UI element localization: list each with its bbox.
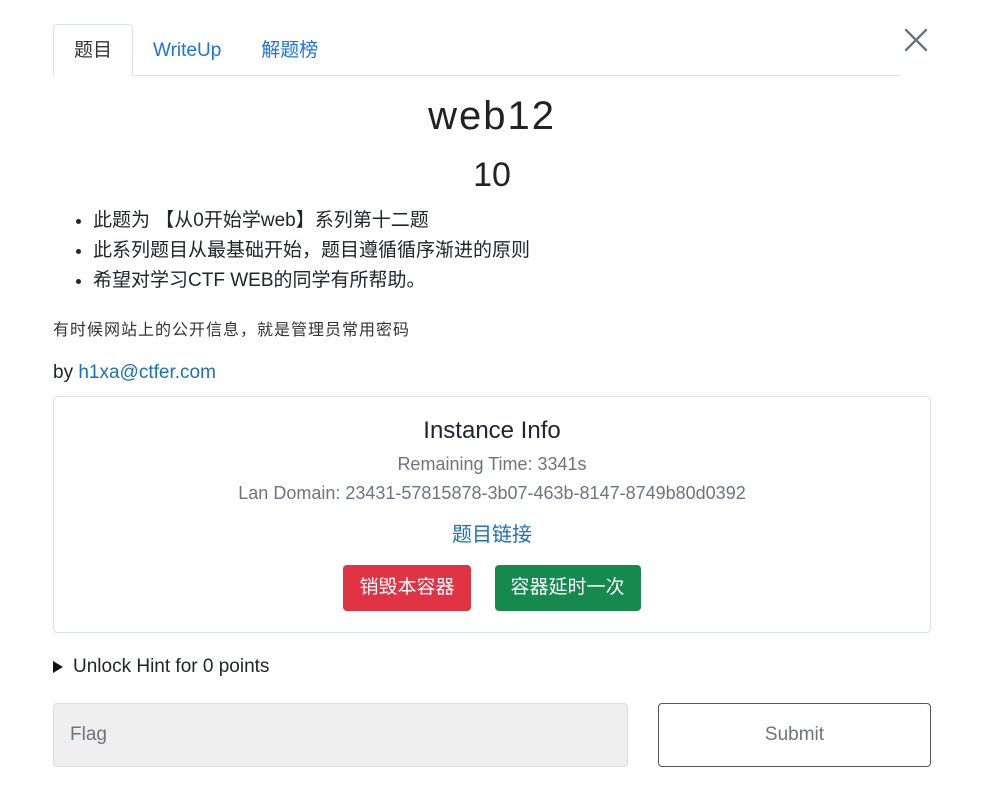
caret-right-icon: [53, 661, 63, 673]
remaining-time: Remaining Time: 3341s: [397, 454, 587, 474]
description-list: 此题为 【从0开始学web】系列第十二题 此系列题目从最基础开始，题目遵循循序渐…: [53, 206, 530, 296]
destroy-container-button[interactable]: 销毁本容器: [343, 565, 471, 611]
unlock-hint-label: Unlock Hint for 0 points: [73, 656, 270, 677]
submit-button[interactable]: Submit: [658, 703, 931, 767]
author-line: by h1xa@ctfer.com: [53, 362, 216, 384]
tab-solves[interactable]: 解题榜: [241, 25, 338, 76]
list-item: 希望对学习CTF WEB的同学有所帮助。: [93, 266, 530, 296]
challenge-points: 10: [473, 156, 511, 194]
lan-domain: Lan Domain: 23431-57815878-3b07-463b-814…: [238, 483, 746, 503]
flag-input[interactable]: [53, 703, 628, 767]
challenge-hint-text: 有时候网站上的公开信息，就是管理员常用密码: [53, 322, 411, 339]
tab-bar: 题目 WriteUp 解题榜: [53, 24, 901, 76]
extend-container-button[interactable]: 容器延时一次: [494, 565, 641, 611]
list-item: 此系列题目从最基础开始，题目遵循循序渐进的原则: [93, 236, 530, 266]
unlock-hint-toggle[interactable]: Unlock Hint for 0 points: [53, 656, 269, 678]
tab-challenge[interactable]: 题目: [53, 24, 134, 76]
challenge-link[interactable]: 题目链接: [54, 518, 930, 547]
list-item: 此题为 【从0开始学web】系列第十二题: [93, 206, 530, 236]
instance-info-card: Instance Info Remaining Time: 3341s Lan …: [53, 396, 931, 633]
tab-writeup[interactable]: WriteUp: [133, 25, 241, 76]
author-prefix: by: [53, 362, 74, 383]
author-email-link[interactable]: h1xa@ctfer.com: [78, 362, 216, 383]
challenge-name: web12: [428, 94, 556, 138]
challenge-modal: 题目 WriteUp 解题榜 web12 10 此题为 【从0开始学web】系列…: [0, 0, 988, 788]
instance-actions: 销毁本容器 容器延时一次: [54, 565, 930, 611]
instance-title: Instance Info: [423, 417, 561, 444]
close-icon[interactable]: [902, 26, 930, 54]
